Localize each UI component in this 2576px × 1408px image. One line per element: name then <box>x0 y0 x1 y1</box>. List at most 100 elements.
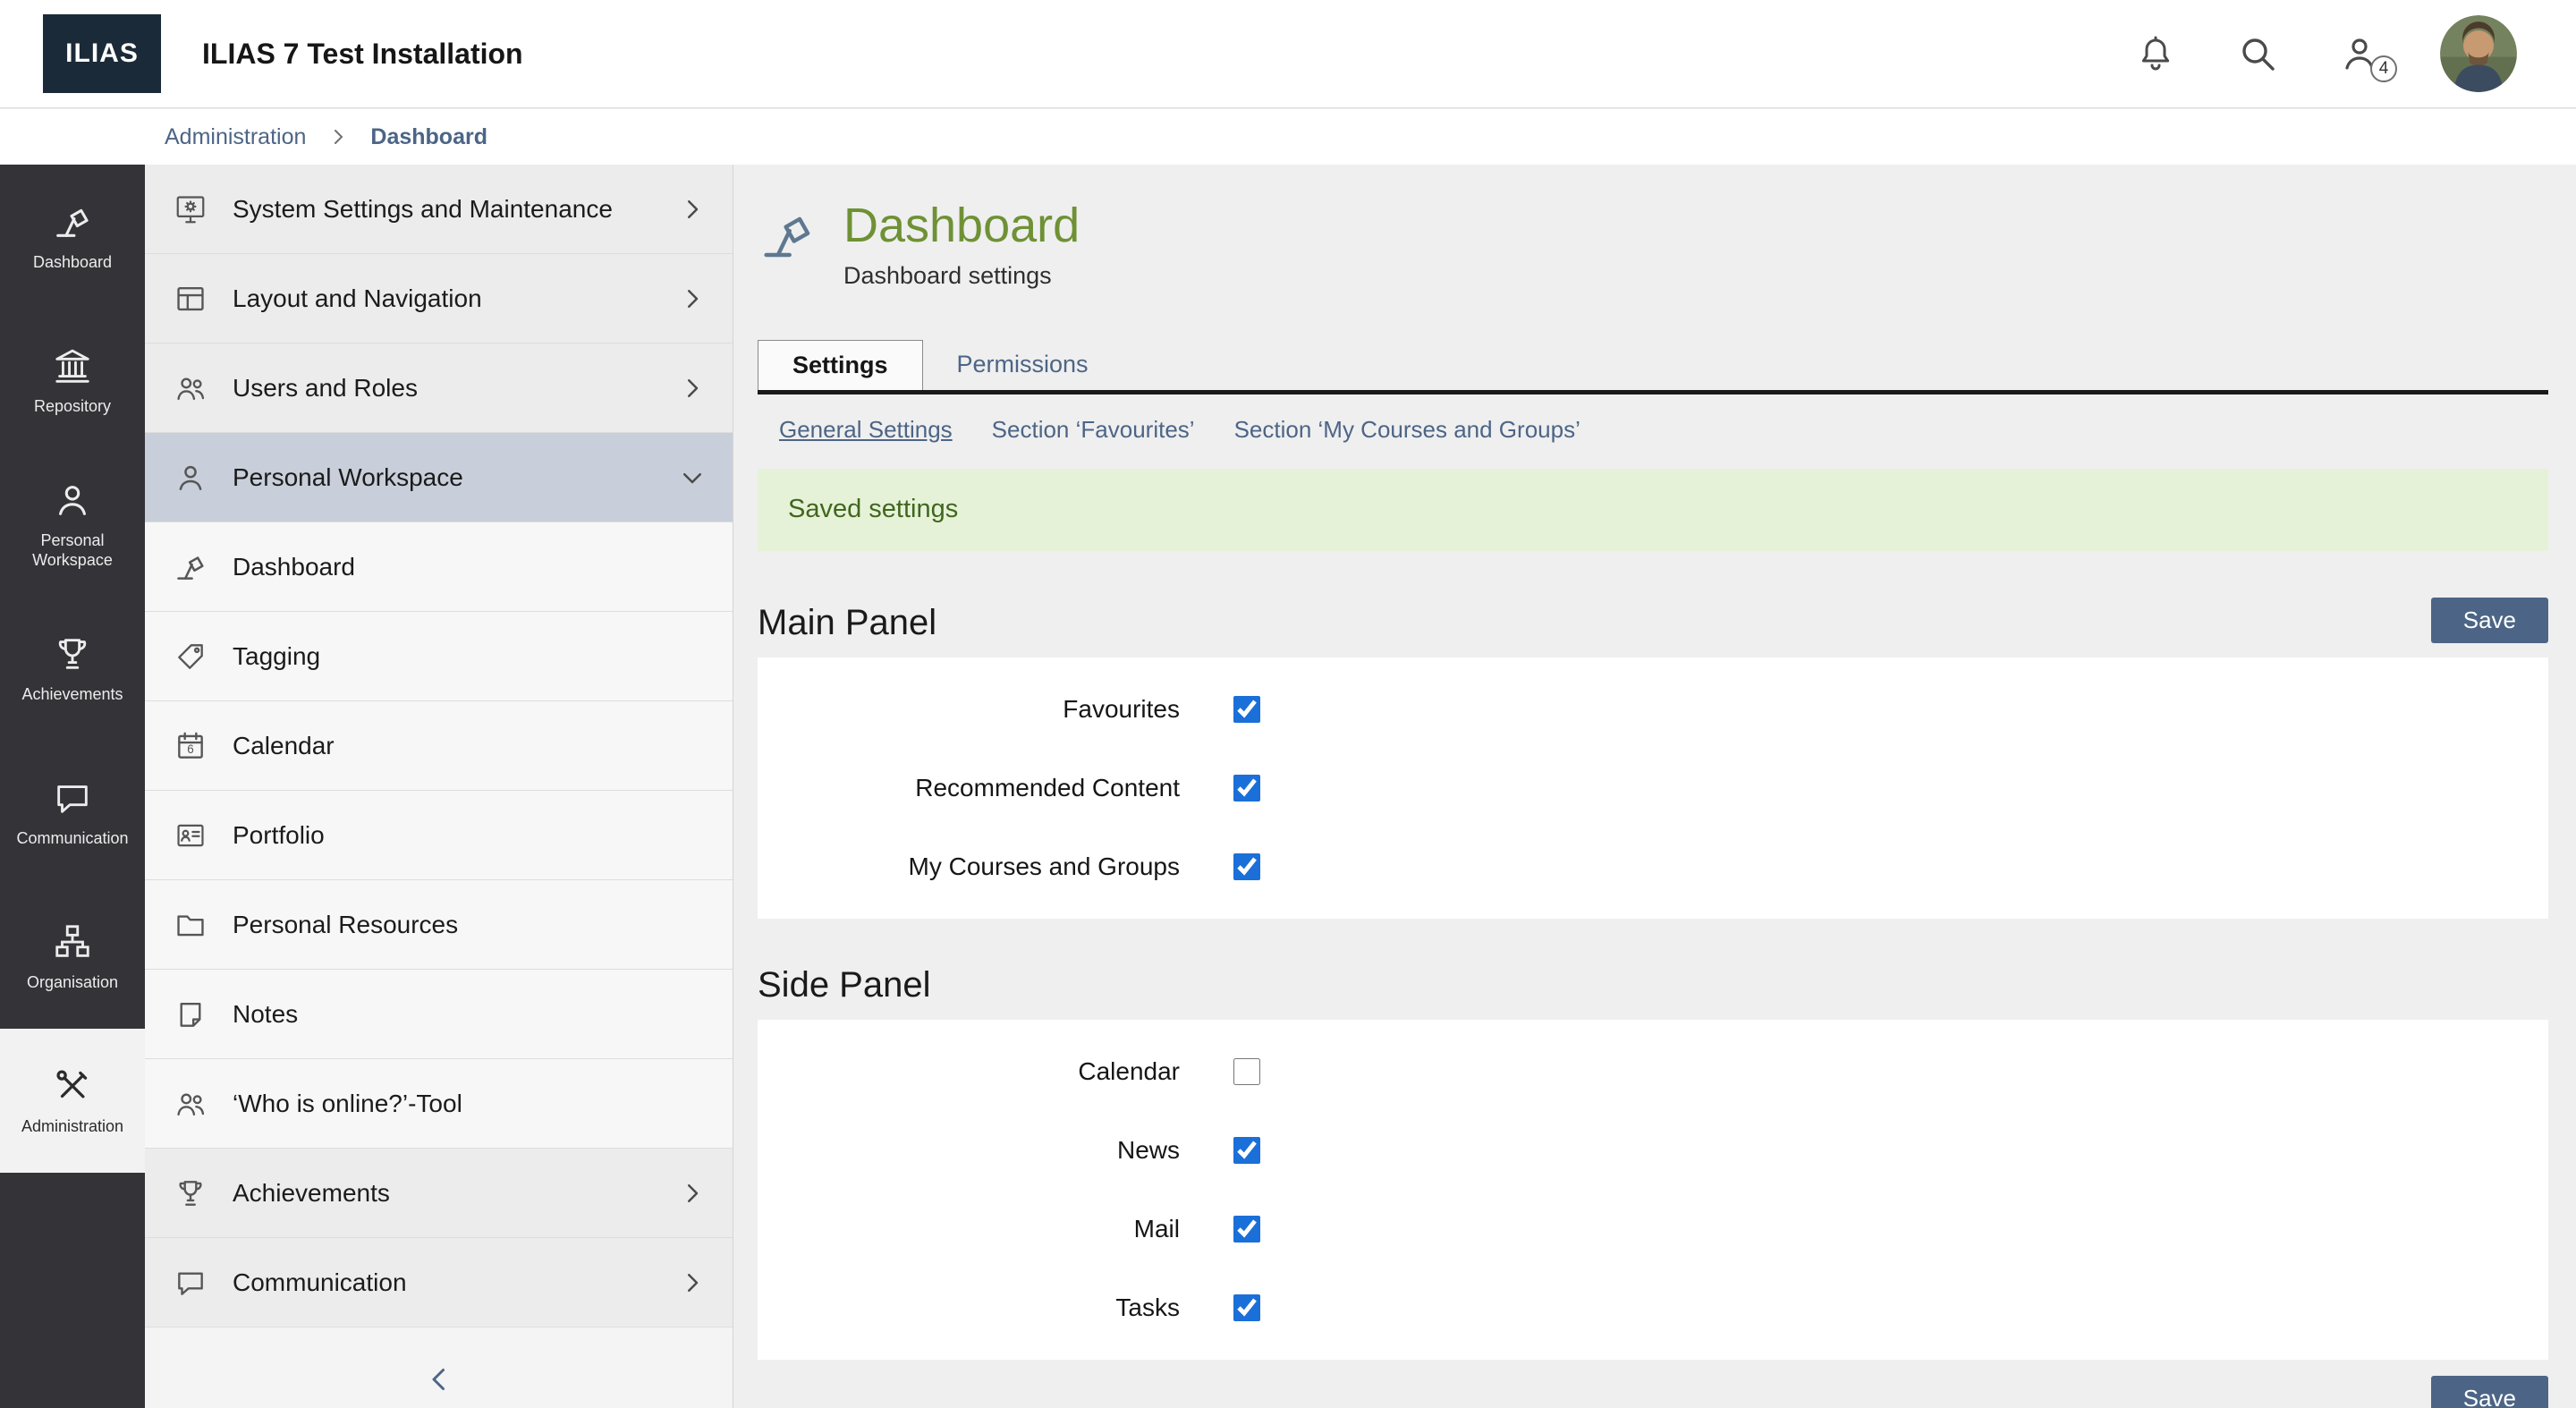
sidebar-item-tagging[interactable]: Tagging <box>145 612 733 701</box>
main-rail: Dashboard Repository Personal Workspace … <box>0 165 145 1408</box>
mainbar-label: Administration <box>21 1117 123 1137</box>
sidebar-item-label: Communication <box>233 1268 407 1297</box>
sidebar-item-label: Calendar <box>233 732 335 760</box>
page-title: Dashboard <box>843 200 1080 251</box>
tasks-checkbox[interactable] <box>1233 1294 1260 1321</box>
subtab-section-favourites[interactable]: Section ‘Favourites’ <box>992 416 1195 444</box>
sidebar-item-label: Layout and Navigation <box>233 284 482 313</box>
form-row-news: News <box>758 1111 2548 1190</box>
tab-bar: Settings Permissions <box>758 340 2548 394</box>
sidebar-item-label: Personal Resources <box>233 911 458 939</box>
search-icon[interactable] <box>2236 32 2279 75</box>
calendar-checkbox[interactable] <box>1233 1058 1260 1085</box>
org-chart-icon <box>52 921 93 963</box>
breadcrumb-administration[interactable]: Administration <box>165 124 306 150</box>
news-label: News <box>758 1136 1180 1165</box>
layout-icon <box>174 282 208 316</box>
gear-screen-icon <box>174 192 208 226</box>
awareness-widget[interactable]: 4 <box>2338 32 2381 75</box>
mainbar-label: Achievements <box>21 685 123 705</box>
form-row-mail: Mail <box>758 1190 2548 1268</box>
my-courses-groups-checkbox[interactable] <box>1233 853 1260 880</box>
recommended-content-checkbox[interactable] <box>1233 775 1260 802</box>
chat-bubble-icon <box>174 1266 208 1300</box>
sidebar-item-achievements[interactable]: Achievements <box>145 1149 733 1238</box>
sidebar-item-users-roles[interactable]: Users and Roles <box>145 344 733 433</box>
top-bar: ILIAS ILIAS 7 Test Installation 4 <box>0 0 2576 108</box>
form-row-my-courses-groups: My Courses and Groups <box>758 827 2548 906</box>
sidebar-item-communication[interactable]: Communication <box>145 1238 733 1327</box>
save-button-bottom[interactable]: Save <box>2431 1376 2548 1408</box>
save-button-top[interactable]: Save <box>2431 598 2548 643</box>
mail-checkbox[interactable] <box>1233 1216 1260 1243</box>
sidebar-item-calendar[interactable]: Calendar <box>145 701 733 791</box>
section-header-side-panel: Side Panel <box>758 965 2548 1005</box>
news-checkbox[interactable] <box>1233 1137 1260 1164</box>
ilias-logo[interactable]: ILIAS <box>43 14 161 93</box>
sidebar-item-personal-resources[interactable]: Personal Resources <box>145 880 733 970</box>
tasks-label: Tasks <box>758 1293 1180 1322</box>
mainbar-label: Personal Workspace <box>4 531 140 570</box>
bell-icon[interactable] <box>2134 32 2177 75</box>
folder-icon <box>174 908 208 942</box>
admin-side-panel: System Settings and Maintenance Layout a… <box>145 165 733 1408</box>
subtab-bar: General Settings Section ‘Favourites’ Se… <box>758 416 2548 444</box>
sidebar-item-label: Personal Workspace <box>233 463 463 492</box>
form-row-tasks: Tasks <box>758 1268 2548 1347</box>
sidebar-item-who-is-online[interactable]: ‘Who is online?’-Tool <box>145 1059 733 1149</box>
page-header: Dashboard Dashboard settings <box>758 200 2548 290</box>
tab-settings[interactable]: Settings <box>758 340 923 390</box>
top-actions: 4 <box>2134 15 2576 92</box>
sidebar-item-label: Tagging <box>233 642 320 671</box>
mainbar-item-repository[interactable]: Repository <box>0 309 145 453</box>
chevron-right-icon <box>679 196 706 223</box>
mainbar-item-administration[interactable]: Administration <box>0 1029 145 1173</box>
person-icon <box>174 461 208 495</box>
user-avatar[interactable] <box>2440 15 2517 92</box>
sidebar-item-label: Dashboard <box>233 553 355 581</box>
trophy-icon <box>174 1176 208 1210</box>
bottom-save-row: Save <box>758 1376 2548 1408</box>
repository-bank-icon <box>52 345 93 386</box>
desk-lamp-icon <box>758 206 817 265</box>
sidebar-item-notes[interactable]: Notes <box>145 970 733 1059</box>
desk-lamp-icon <box>52 201 93 242</box>
tab-permissions[interactable]: Permissions <box>923 340 1123 390</box>
collapse-panel-button[interactable] <box>145 1363 733 1395</box>
sidebar-item-label: ‘Who is online?’-Tool <box>233 1090 462 1118</box>
mainbar-label: Dashboard <box>33 253 112 273</box>
mainbar-item-dashboard[interactable]: Dashboard <box>0 165 145 309</box>
sidebar-item-personal-workspace[interactable]: Personal Workspace <box>145 433 733 522</box>
page-subtitle: Dashboard settings <box>843 262 1080 290</box>
favourites-label: Favourites <box>758 695 1180 724</box>
sidebar-item-system-settings[interactable]: System Settings and Maintenance <box>145 165 733 254</box>
sidebar-item-label: System Settings and Maintenance <box>233 195 613 224</box>
mainbar-item-communication[interactable]: Communication <box>0 741 145 885</box>
breadcrumb-dashboard[interactable]: Dashboard <box>370 124 487 150</box>
section-title-side-panel: Side Panel <box>758 965 930 1005</box>
calendar-icon <box>174 729 208 763</box>
users-group-icon <box>174 371 208 405</box>
chevron-down-icon <box>679 464 706 491</box>
trophy-icon <box>52 633 93 674</box>
sidebar-item-portfolio[interactable]: Portfolio <box>145 791 733 880</box>
mainbar-item-achievements[interactable]: Achievements <box>0 597 145 741</box>
mainbar-item-personal-workspace[interactable]: Personal Workspace <box>0 453 145 597</box>
installation-title: ILIAS 7 Test Installation <box>202 38 523 71</box>
main-content: Dashboard Dashboard settings Settings Pe… <box>734 165 2576 1408</box>
mainbar-label: Organisation <box>27 973 118 993</box>
note-icon <box>174 997 208 1031</box>
mail-label: Mail <box>758 1215 1180 1243</box>
subtab-general-settings[interactable]: General Settings <box>779 416 953 444</box>
sidebar-item-layout-navigation[interactable]: Layout and Navigation <box>145 254 733 344</box>
sidebar-item-label: Notes <box>233 1000 298 1029</box>
sidebar-item-dashboard[interactable]: Dashboard <box>145 522 733 612</box>
chevron-right-icon <box>679 375 706 402</box>
mainbar-item-organisation[interactable]: Organisation <box>0 885 145 1029</box>
my-courses-groups-label: My Courses and Groups <box>758 852 1180 881</box>
section-header-main-panel: Main Panel Save <box>758 598 2548 643</box>
subtab-section-my-courses[interactable]: Section ‘My Courses and Groups’ <box>1234 416 1580 444</box>
sidebar-item-label: Portfolio <box>233 821 325 850</box>
calendar-label: Calendar <box>758 1057 1180 1086</box>
favourites-checkbox[interactable] <box>1233 696 1260 723</box>
